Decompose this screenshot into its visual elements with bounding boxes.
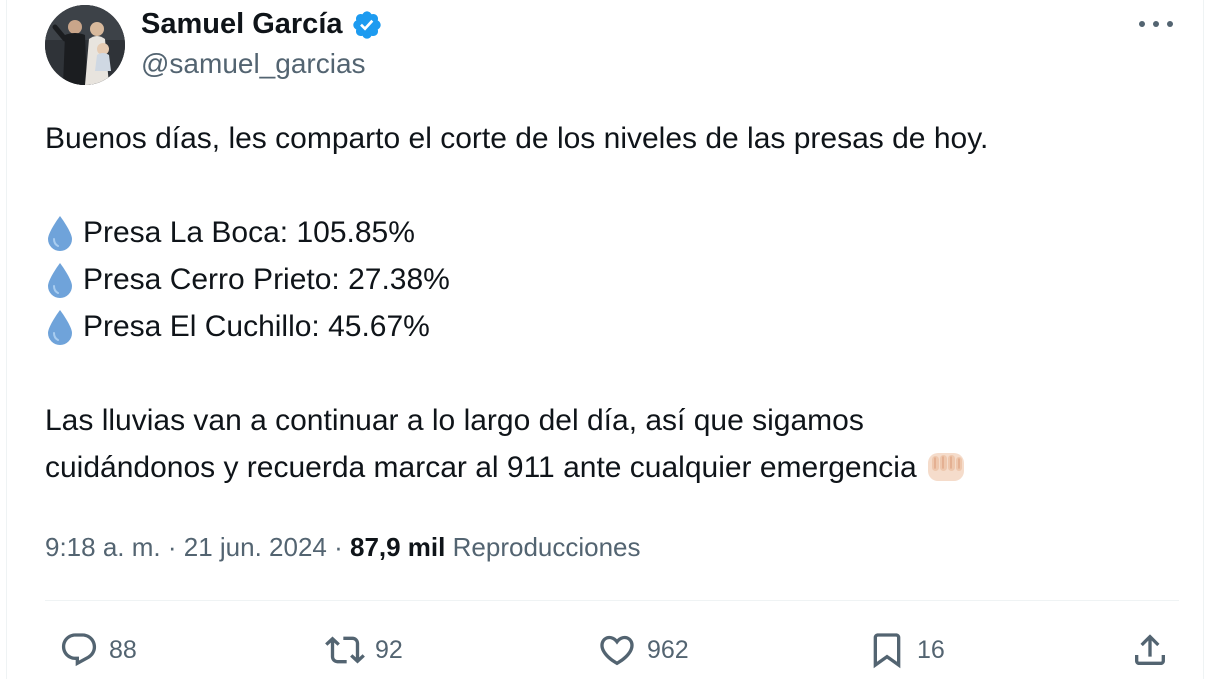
views-count: 87,9 mil xyxy=(349,532,446,562)
meta-separator: · xyxy=(160,532,184,562)
tweet-card: Samuel García @samuel_garcias Buenos día… xyxy=(6,0,1204,679)
tweet-intro: Buenos días, les comparto el corte de lo… xyxy=(45,122,989,155)
oncoming-fist-icon xyxy=(927,453,964,481)
tweet-meta: 9:18 a. m. · 21 jun. 2024 · 87,9 mil Rep… xyxy=(45,532,641,563)
meta-separator: · xyxy=(326,532,350,562)
retweet-count: 92 xyxy=(375,635,403,664)
share-button[interactable] xyxy=(1130,630,1170,670)
dam-level-item: Presa El Cuchillo: 45.67% xyxy=(45,303,1165,350)
tweet-text: Buenos días, les comparto el corte de lo… xyxy=(45,115,1165,491)
avatar[interactable] xyxy=(45,5,125,85)
heart-icon xyxy=(600,635,634,666)
reply-button[interactable]: 88 xyxy=(59,630,137,670)
divider xyxy=(45,600,1179,601)
tweet-closing-line-1: Las lluvias van a continuar a lo largo d… xyxy=(45,404,864,437)
author-name[interactable]: Samuel García xyxy=(141,8,343,41)
author-name-row: Samuel García xyxy=(141,8,383,41)
like-count: 962 xyxy=(647,635,689,664)
action-bar: 88 92 962 16 xyxy=(45,620,1180,680)
views-label: Reproducciones xyxy=(452,532,641,562)
like-button[interactable]: 962 xyxy=(597,630,689,670)
bookmark-button[interactable]: 16 xyxy=(867,630,945,670)
avatar-photo xyxy=(45,5,125,85)
droplet-icon xyxy=(48,309,72,345)
droplet-icon xyxy=(48,215,72,251)
more-options-icon[interactable] xyxy=(1139,12,1173,36)
dam-level-item: Presa La Boca: 105.85% xyxy=(45,209,1165,256)
droplet-icon xyxy=(48,262,72,298)
reply-count: 88 xyxy=(109,635,137,664)
share-icon xyxy=(1135,634,1165,665)
dam-level-text: Presa Cerro Prieto: 27.38% xyxy=(83,263,450,296)
dam-level-text: Presa La Boca: 105.85% xyxy=(83,216,415,249)
bookmark-icon xyxy=(873,633,901,669)
dam-level-item: Presa Cerro Prieto: 27.38% xyxy=(45,256,1165,303)
tweet-closing-line-2: cuidándonos y recuerda marcar al 911 ant… xyxy=(45,444,1165,491)
retweet-icon xyxy=(325,636,365,664)
author-handle[interactable]: @samuel_garcias xyxy=(141,48,366,80)
reply-icon xyxy=(61,633,97,667)
verified-badge-icon xyxy=(352,10,381,39)
tweet-date[interactable]: 21 jun. 2024 xyxy=(184,532,327,562)
retweet-button[interactable]: 92 xyxy=(325,630,403,670)
dam-level-text: Presa El Cuchillo: 45.67% xyxy=(83,310,430,343)
tweet-closing-text: cuidándonos y recuerda marcar al 911 ant… xyxy=(45,451,917,484)
tweet-time[interactable]: 9:18 a. m. xyxy=(45,532,161,562)
bookmark-count: 16 xyxy=(917,635,945,664)
